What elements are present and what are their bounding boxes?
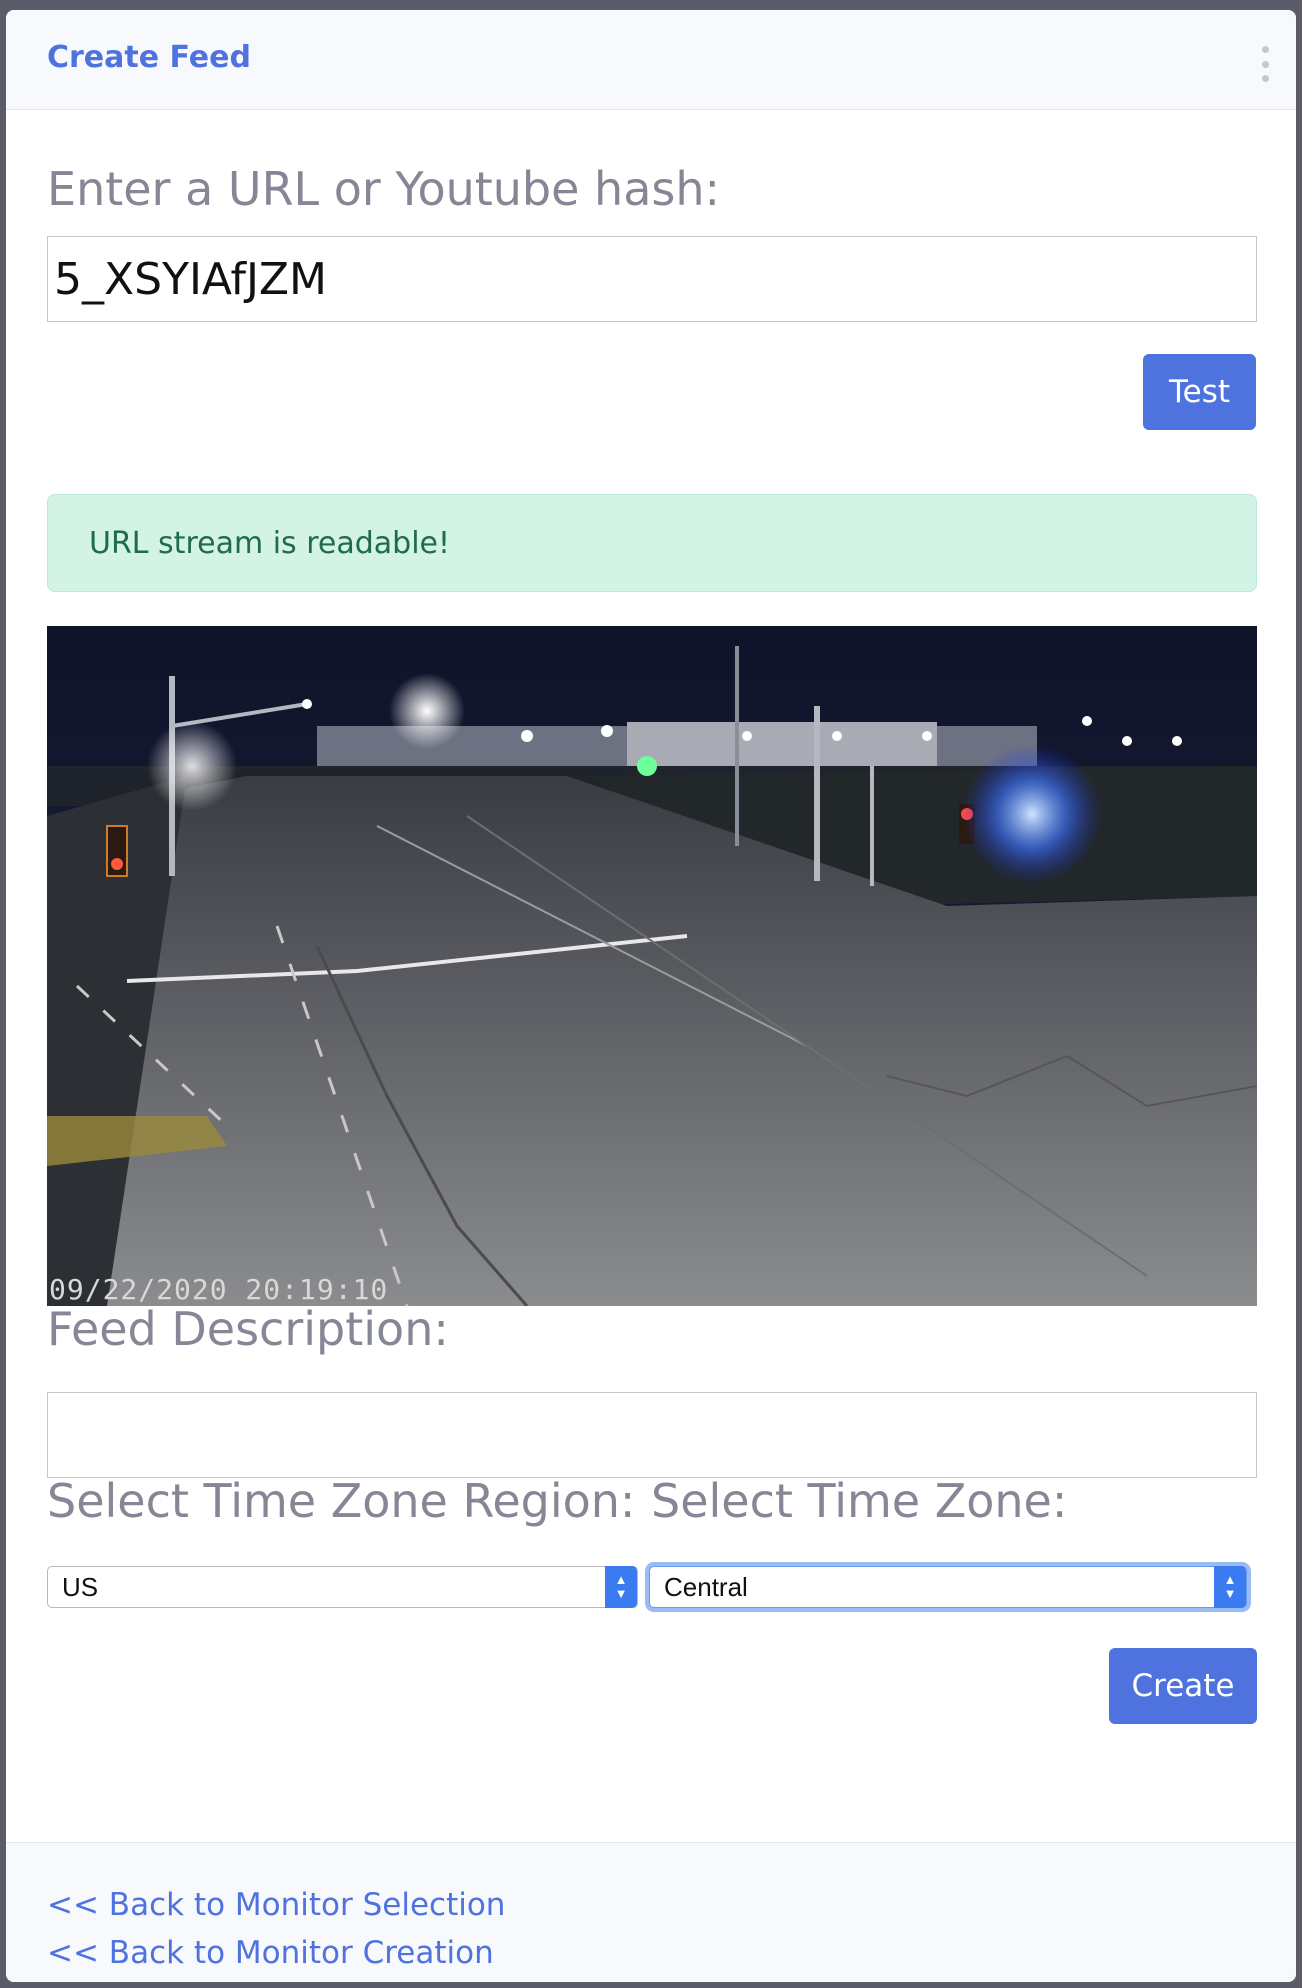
create-button[interactable]: Create	[1109, 1648, 1257, 1724]
video-preview: 09/22/2020 20:19:10	[47, 626, 1257, 1306]
timezone-select[interactable]: Central ▲ ▼	[649, 1566, 1247, 1608]
test-button[interactable]: Test	[1143, 354, 1256, 430]
timezone-region-value: US	[62, 1571, 99, 1602]
success-alert: URL stream is readable!	[47, 494, 1257, 592]
vertical-ellipsis-icon[interactable]	[1260, 46, 1270, 82]
select-arrows-icon: ▲ ▼	[605, 1566, 637, 1608]
timezone-region-label: Select Time Zone Region:	[47, 1474, 636, 1528]
description-input[interactable]	[47, 1392, 1257, 1478]
card-footer: << Back to Monitor Selection << Back to …	[6, 1842, 1296, 1982]
timezone-label: Select Time Zone:	[651, 1474, 1068, 1528]
back-to-monitor-creation-link[interactable]: << Back to Monitor Creation	[47, 1935, 494, 1971]
url-label: Enter a URL or Youtube hash:	[47, 162, 721, 216]
create-feed-card: Create Feed Enter a URL or Youtube hash:…	[6, 10, 1296, 1982]
traffic-camera-frame	[47, 626, 1257, 1306]
timezone-value: Central	[664, 1571, 748, 1602]
card-header: Create Feed	[6, 10, 1296, 110]
timezone-region-select[interactable]: US ▲ ▼	[47, 1566, 638, 1608]
back-to-monitor-selection-link[interactable]: << Back to Monitor Selection	[47, 1887, 505, 1923]
select-arrows-icon: ▲ ▼	[1214, 1566, 1246, 1608]
alert-text: URL stream is readable!	[89, 525, 451, 561]
url-input[interactable]	[47, 236, 1257, 322]
description-label: Feed Description:	[47, 1302, 449, 1356]
card-title: Create Feed	[47, 40, 251, 75]
